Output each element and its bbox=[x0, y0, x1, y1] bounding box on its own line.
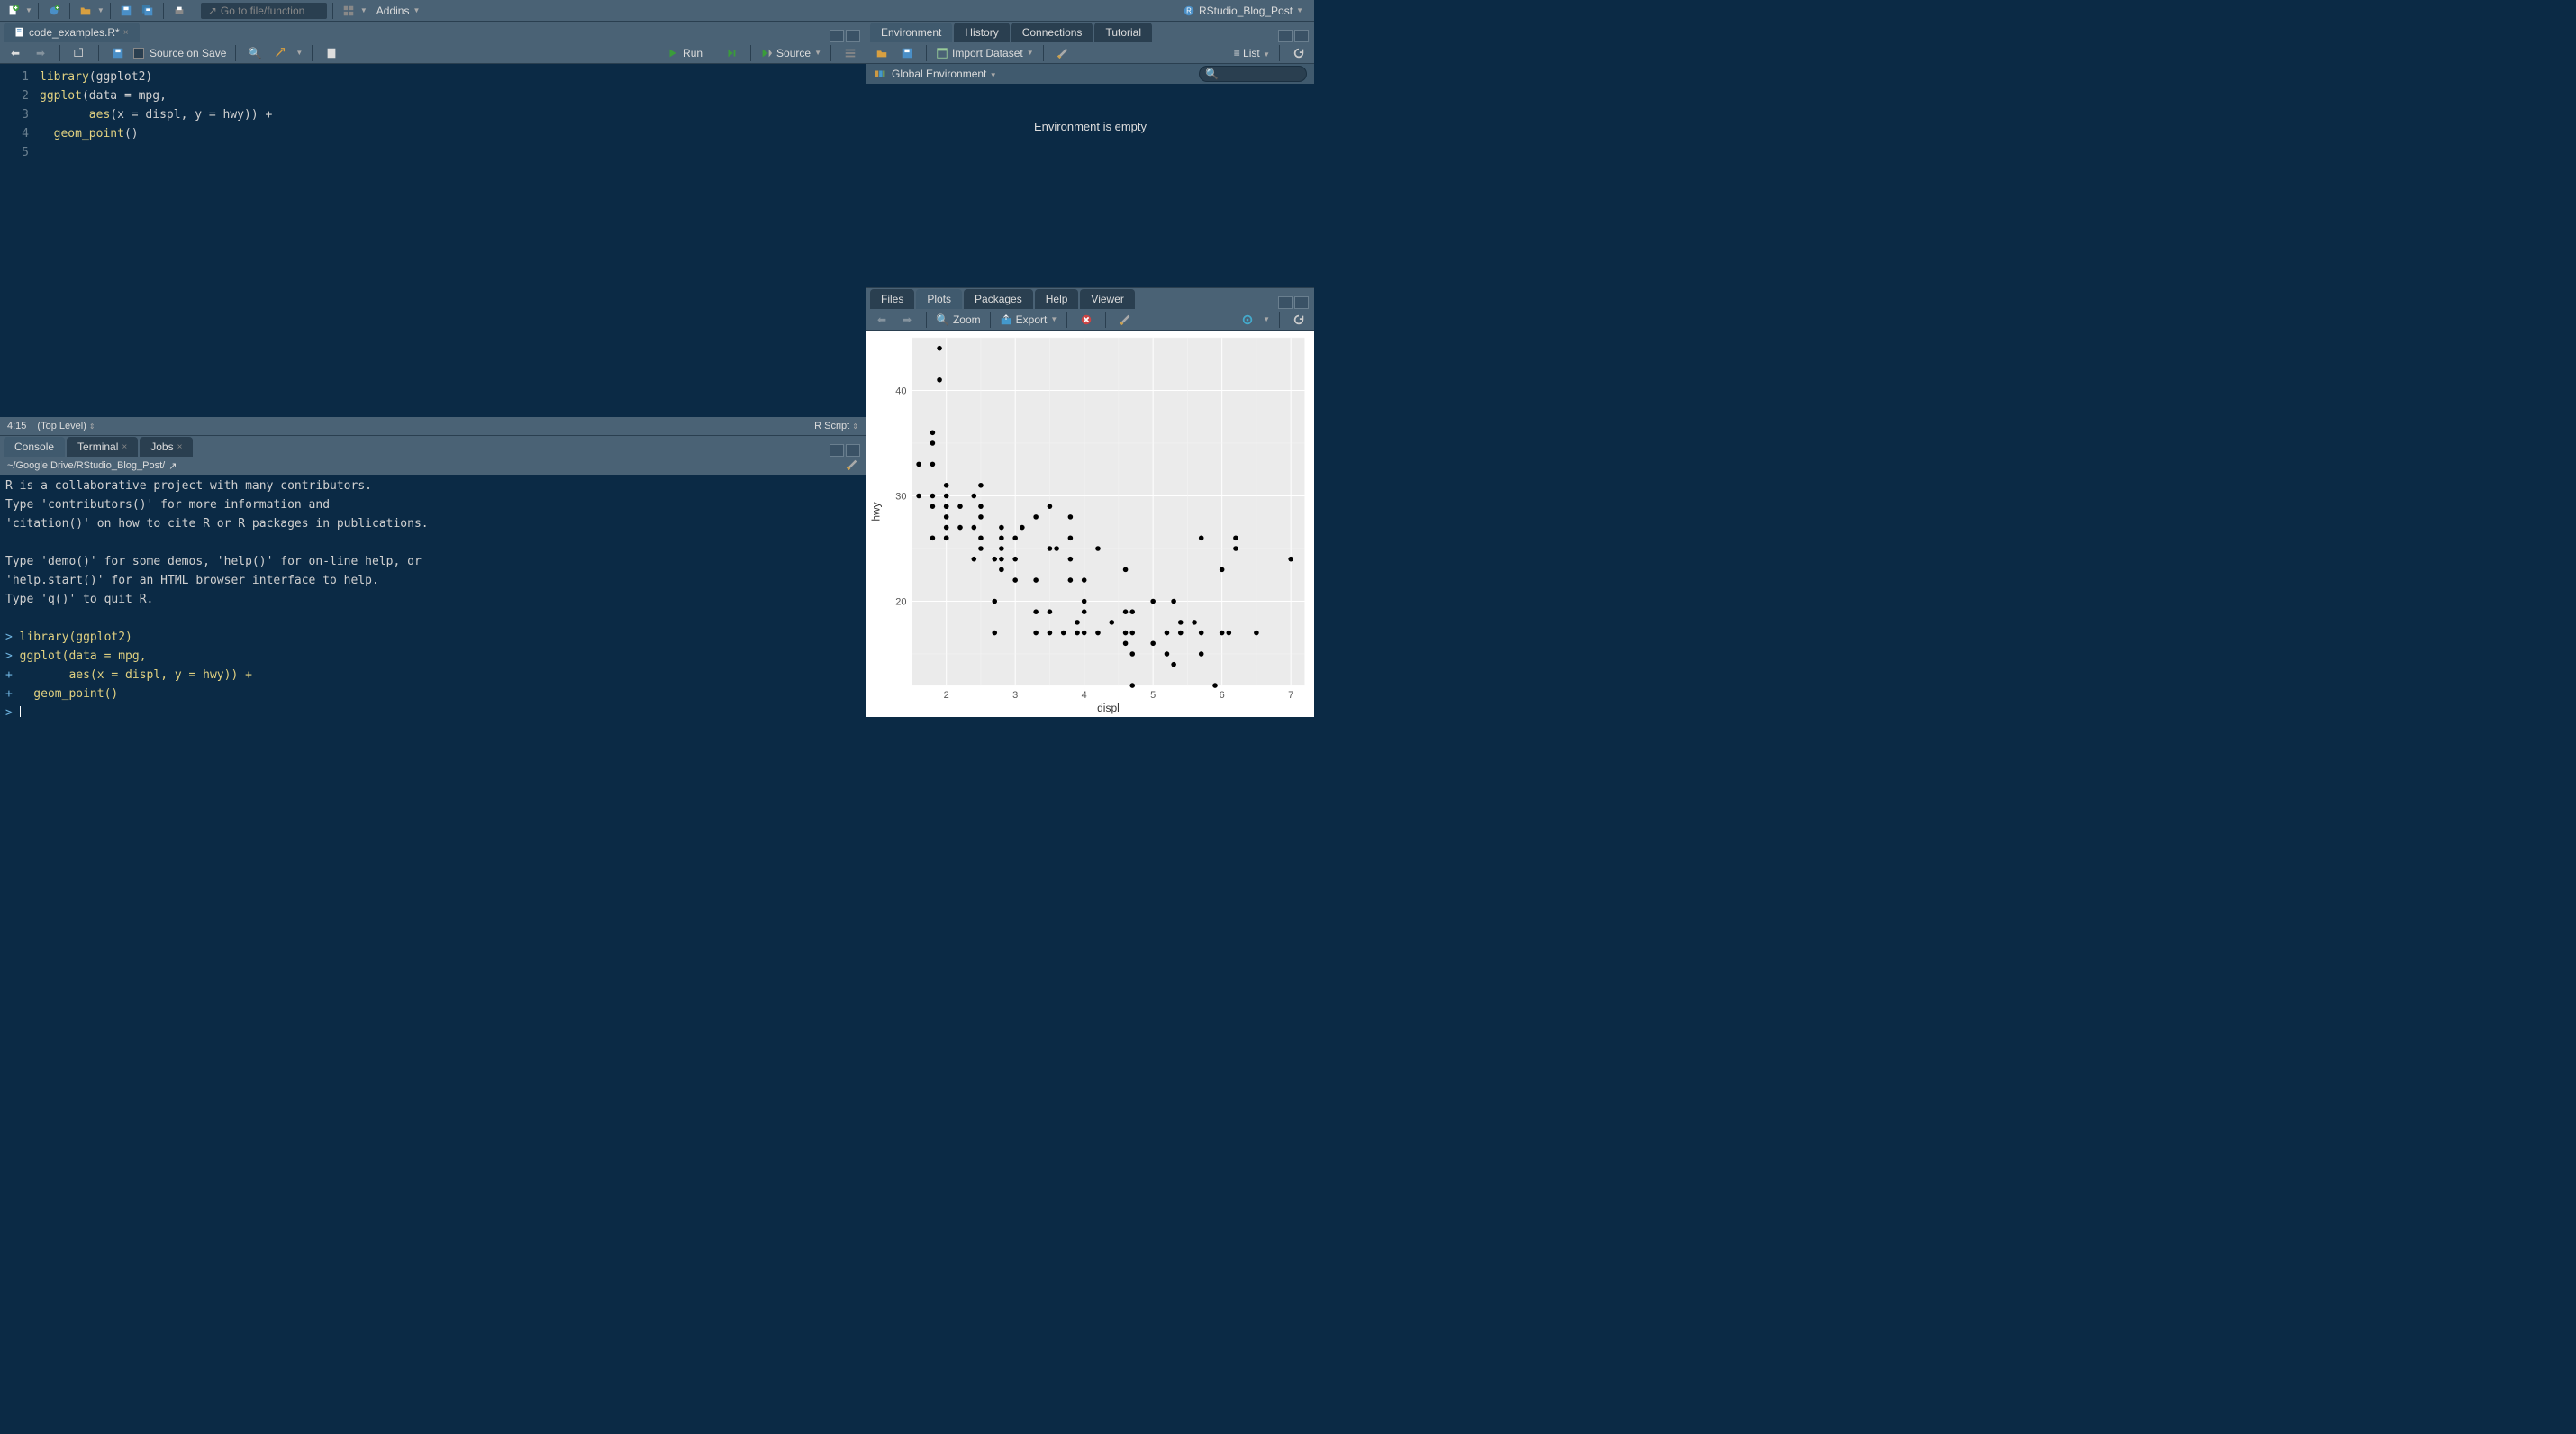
save-icon[interactable] bbox=[108, 44, 128, 62]
refresh-icon[interactable] bbox=[1289, 311, 1309, 329]
print-icon[interactable] bbox=[169, 2, 189, 20]
new-project-icon[interactable] bbox=[44, 2, 64, 20]
svg-text:5: 5 bbox=[1150, 690, 1156, 701]
minimize-icon[interactable] bbox=[830, 444, 844, 457]
svg-text:4: 4 bbox=[1082, 690, 1087, 701]
source-pane: code_examples.R* × ⬅ ➡ Source on Save 🔍 bbox=[0, 22, 866, 435]
svg-text:displ: displ bbox=[1097, 702, 1120, 714]
back-icon[interactable]: ⬅ bbox=[5, 44, 25, 62]
tab-console[interactable]: Console bbox=[4, 437, 65, 457]
minimize-icon[interactable] bbox=[830, 30, 844, 42]
zoom-button[interactable]: 🔍 Zoom bbox=[936, 313, 981, 326]
clear-console-icon[interactable] bbox=[846, 458, 858, 474]
tab-plots[interactable]: Plots bbox=[916, 289, 962, 309]
maximize-icon[interactable] bbox=[846, 444, 860, 457]
new-file-icon[interactable] bbox=[4, 2, 23, 20]
search-icon: 🔍 bbox=[1205, 68, 1219, 80]
svg-text:7: 7 bbox=[1288, 690, 1293, 701]
svg-text:30: 30 bbox=[895, 491, 906, 502]
next-plot-icon[interactable]: ➡ bbox=[897, 311, 917, 329]
tab-history[interactable]: History bbox=[954, 23, 1009, 42]
remove-plot-icon[interactable] bbox=[1076, 311, 1096, 329]
tab-tutorial[interactable]: Tutorial bbox=[1094, 23, 1152, 42]
maximize-icon[interactable] bbox=[846, 30, 860, 42]
previous-plot-icon[interactable]: ⬅ bbox=[872, 311, 892, 329]
close-icon[interactable]: × bbox=[177, 442, 183, 452]
find-icon[interactable]: 🔍 bbox=[245, 44, 265, 62]
working-directory: ~/Google Drive/RStudio_Blog_Post/ bbox=[7, 460, 165, 471]
compile-report-icon[interactable] bbox=[322, 44, 341, 62]
source-on-save-checkbox[interactable] bbox=[133, 48, 144, 59]
code-tools-icon[interactable] bbox=[270, 44, 290, 62]
console-output[interactable]: R is a collaborative project with many c… bbox=[0, 475, 866, 717]
svg-text:20: 20 bbox=[895, 596, 906, 607]
maximize-icon[interactable] bbox=[1294, 296, 1309, 309]
environment-empty-message: Environment is empty bbox=[1034, 120, 1147, 133]
svg-text:6: 6 bbox=[1220, 690, 1225, 701]
show-in-new-window-icon[interactable] bbox=[69, 44, 89, 62]
plot-canvas: 2 3 4 5 6 7 20 30 40 displ hwy bbox=[866, 331, 1314, 717]
tab-viewer[interactable]: Viewer bbox=[1080, 289, 1134, 309]
console-pane: ConsoleTerminal ×Jobs × ~/Google Drive/R… bbox=[0, 435, 866, 717]
save-icon[interactable] bbox=[116, 2, 136, 20]
forward-icon[interactable]: ➡ bbox=[31, 44, 50, 62]
project-menu[interactable]: R RStudio_Blog_Post ▼ bbox=[1183, 5, 1303, 17]
publish-icon[interactable] bbox=[1238, 311, 1257, 329]
source-tab[interactable]: code_examples.R* × bbox=[4, 23, 140, 42]
tab-files[interactable]: Files bbox=[870, 289, 914, 309]
svg-text:3: 3 bbox=[1012, 690, 1018, 701]
environment-scope[interactable]: Global Environment ▼ bbox=[892, 68, 997, 80]
dropdown-icon[interactable]: ▼ bbox=[360, 6, 367, 14]
svg-text:R: R bbox=[1186, 6, 1192, 14]
tab-terminal[interactable]: Terminal × bbox=[67, 437, 138, 457]
source-button[interactable]: Source ▼ bbox=[760, 47, 821, 59]
tab-packages[interactable]: Packages bbox=[964, 289, 1033, 309]
dropdown-icon[interactable]: ▼ bbox=[97, 6, 104, 14]
refresh-icon[interactable] bbox=[1289, 44, 1309, 62]
addins-menu[interactable]: Addins ▼ bbox=[376, 5, 421, 17]
main-toolbar: ▼ ▼ ↗ Go to file/function ▼ Addins ▼ R R… bbox=[0, 0, 1314, 22]
svg-text:hwy: hwy bbox=[870, 502, 883, 521]
goto-directory-icon[interactable]: ↗ bbox=[168, 460, 177, 472]
close-icon[interactable]: × bbox=[123, 28, 129, 38]
cursor-position: 4:15 bbox=[7, 421, 26, 431]
goto-arrow-icon: ↗ bbox=[208, 5, 217, 17]
scope-indicator[interactable]: (Top Level) ⇕ bbox=[37, 421, 95, 431]
tab-environment[interactable]: Environment bbox=[870, 23, 952, 42]
minimize-icon[interactable] bbox=[1278, 296, 1293, 309]
source-on-save-label: Source on Save bbox=[150, 47, 226, 59]
save-all-icon[interactable] bbox=[138, 2, 158, 20]
maximize-icon[interactable] bbox=[1294, 30, 1309, 42]
dropdown-icon[interactable]: ▼ bbox=[25, 6, 32, 14]
outline-icon[interactable] bbox=[840, 44, 860, 62]
plots-pane: FilesPlotsPackagesHelpViewer ⬅ ➡ 🔍 Zoom … bbox=[866, 288, 1314, 717]
svg-text:2: 2 bbox=[944, 690, 949, 701]
list-grid-toggle[interactable]: ≡ List ▼ bbox=[1234, 47, 1270, 59]
environment-search[interactable]: 🔍 bbox=[1199, 66, 1307, 82]
tools-grid-icon[interactable] bbox=[339, 2, 358, 20]
close-icon[interactable]: × bbox=[122, 442, 127, 452]
open-file-icon[interactable] bbox=[76, 2, 95, 20]
file-type-indicator[interactable]: R Script ⇕ bbox=[814, 421, 858, 431]
load-workspace-icon[interactable] bbox=[872, 44, 892, 62]
svg-text:40: 40 bbox=[895, 386, 906, 396]
goto-placeholder: Go to file/function bbox=[221, 5, 304, 17]
rerun-icon[interactable] bbox=[721, 44, 741, 62]
environment-pane: EnvironmentHistoryConnectionsTutorial Im… bbox=[866, 22, 1314, 288]
run-button[interactable]: Run bbox=[667, 47, 703, 59]
code-editor[interactable]: 12345 library(ggplot2) ggplot(data = mpg… bbox=[0, 64, 866, 417]
tab-connections[interactable]: Connections bbox=[1011, 23, 1093, 42]
export-menu[interactable]: Export ▼ bbox=[1000, 313, 1058, 326]
import-dataset-menu[interactable]: Import Dataset ▼ bbox=[936, 47, 1034, 59]
goto-file-input[interactable]: ↗ Go to file/function bbox=[201, 3, 327, 19]
clear-objects-icon[interactable] bbox=[1053, 44, 1073, 62]
tab-help[interactable]: Help bbox=[1035, 289, 1079, 309]
save-workspace-icon[interactable] bbox=[897, 44, 917, 62]
tab-jobs[interactable]: Jobs × bbox=[140, 437, 193, 457]
minimize-icon[interactable] bbox=[1278, 30, 1293, 42]
clear-plots-icon[interactable] bbox=[1115, 311, 1135, 329]
